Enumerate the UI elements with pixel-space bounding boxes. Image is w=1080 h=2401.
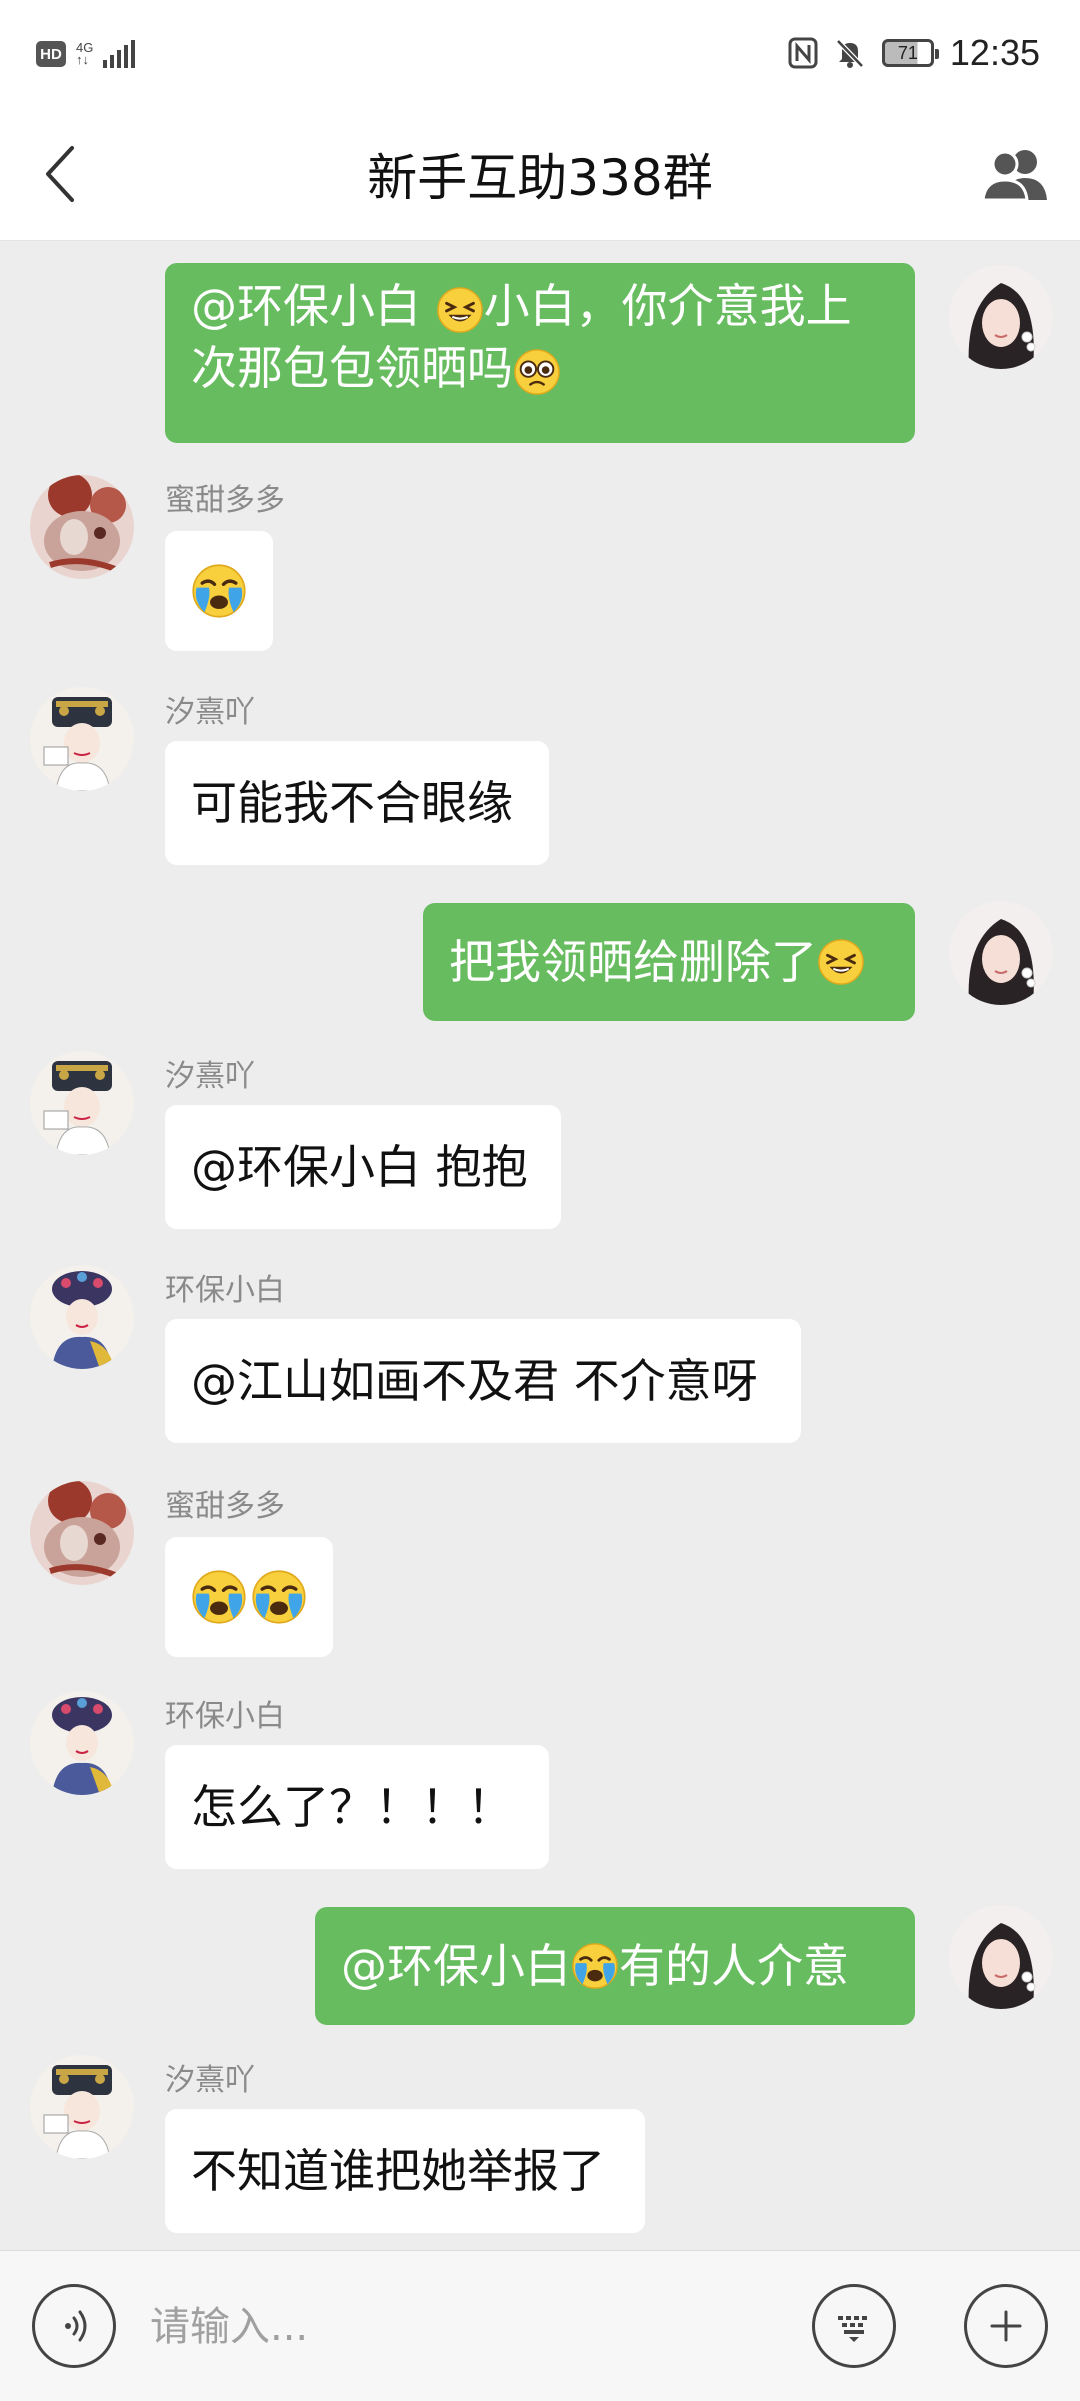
- crying-emoji-icon: [571, 1942, 619, 1990]
- message-text: @环保小白 抱抱: [191, 1140, 528, 1194]
- sender-name: 汐熹吖: [165, 695, 255, 730]
- message-row-incoming: 蜜甜多多: [0, 475, 1080, 657]
- signal-icon: [103, 40, 136, 68]
- crying-emoji-icon: [191, 1569, 247, 1625]
- hd-badge: HD: [36, 41, 66, 67]
- avatar-xixi[interactable]: [30, 2055, 134, 2159]
- chevron-left-icon: [46, 146, 74, 202]
- message-bubble[interactable]: @环保小白 抱抱: [165, 1105, 561, 1229]
- crying-emoji-icon: [191, 563, 247, 619]
- message-bubble[interactable]: @江山如画不及君 不介意呀: [165, 1319, 801, 1443]
- avatar-huanbao[interactable]: [30, 1691, 134, 1795]
- avatar-mitian[interactable]: [30, 1481, 134, 1585]
- chat-header: 新手互助338群: [0, 108, 1080, 241]
- sender-name: 蜜甜多多: [165, 1489, 285, 1524]
- nfc-icon: [788, 37, 818, 69]
- message-bubble[interactable]: [165, 531, 273, 651]
- message-text: @环保小白: [191, 279, 436, 333]
- crying-emoji-icon: [251, 1569, 307, 1625]
- message-text: @江山如画不及君 不介意呀: [191, 1354, 758, 1408]
- message-row-incoming: 汐熹吖 @环保小白 抱抱: [0, 1051, 1080, 1231]
- message-bubble[interactable]: @环保小白 小白，你介意我上 次那包包领晒吗: [165, 263, 915, 443]
- battery-indicator: 71: [881, 39, 939, 67]
- message-row-incoming: 环保小白 @江山如画不及君 不介意呀: [0, 1265, 1080, 1445]
- avatar-mitian[interactable]: [30, 475, 134, 579]
- message-row-outgoing: @环保小白 小白，你介意我上 次那包包领晒吗: [0, 263, 1080, 443]
- avatar-self[interactable]: [949, 901, 1053, 1005]
- group-members-icon: [981, 150, 1047, 202]
- voice-icon: [65, 2310, 87, 2342]
- message-bubble[interactable]: 把我领晒给删除了: [423, 903, 915, 1021]
- message-bubble[interactable]: @环保小白 有的人介意: [315, 1907, 915, 2025]
- message-row-incoming: 环保小白 怎么了？！！！: [0, 1691, 1080, 1871]
- avatar-huanbao[interactable]: [30, 1265, 134, 1369]
- message-text: 次那包包领晒吗: [191, 341, 513, 395]
- sender-name: 汐熹吖: [165, 1059, 255, 1094]
- message-row-incoming: 汐熹吖 可能我不合眼缘: [0, 687, 1080, 867]
- message-bubble[interactable]: 不知道谁把她举报了: [165, 2109, 645, 2233]
- status-bar: HD 4G ↑↓ 71 12:35: [0, 0, 1080, 108]
- squint-laugh-emoji-icon: [817, 938, 865, 986]
- page-title: 新手互助338群: [367, 149, 713, 207]
- message-line: @环保小白 小白，你介意我上: [191, 275, 852, 337]
- message-row-incoming: 蜜甜多多: [0, 1481, 1080, 1661]
- message-row-outgoing: @环保小白 有的人介意: [0, 1905, 1080, 2025]
- plus-button[interactable]: [964, 2284, 1048, 2368]
- sender-name: 环保小白: [165, 1273, 285, 1308]
- message-text: 有的人介意: [619, 1939, 849, 1993]
- message-row-outgoing: 把我领晒给删除了: [0, 901, 1080, 1021]
- keyboard-button[interactable]: [812, 2284, 896, 2368]
- squint-laugh-emoji-icon: [436, 286, 484, 334]
- message-text: @环保小白: [341, 1939, 571, 1993]
- message-row-incoming: 汐熹吖 不知道谁把她举报了: [0, 2055, 1080, 2235]
- message-line: 次那包包领晒吗: [191, 337, 561, 399]
- avatar-xixi[interactable]: [30, 687, 134, 791]
- sender-name: 蜜甜多多: [165, 483, 285, 518]
- network-arrows: ↑↓: [76, 52, 89, 67]
- message-bubble[interactable]: 可能我不合眼缘: [165, 741, 549, 865]
- message-text: 小白，你介意我上: [483, 279, 852, 333]
- message-text: 把我领晒给删除了: [449, 935, 817, 989]
- pleading-emoji-icon: [513, 348, 561, 396]
- status-left: HD 4G ↑↓: [36, 40, 137, 68]
- message-text: 不知道谁把她举报了: [191, 2144, 605, 2198]
- message-bubble[interactable]: 怎么了？！！！: [165, 1745, 549, 1869]
- avatar-self[interactable]: [949, 1905, 1053, 2009]
- keyboard-icon: [838, 2316, 867, 2342]
- avatar-xixi[interactable]: [30, 1051, 134, 1155]
- status-right: 71 12:35: [788, 32, 1040, 74]
- network-indicator: 4G ↑↓: [76, 41, 93, 67]
- clock: 12:35: [949, 32, 1040, 73]
- plus-icon: [990, 2310, 1022, 2342]
- group-members-button[interactable]: [974, 132, 1058, 216]
- voice-button[interactable]: [32, 2284, 116, 2368]
- input-bar: [0, 2250, 1080, 2401]
- chat-list[interactable]: @环保小白 小白，你介意我上 次那包包领晒吗 蜜甜多多 汐熹吖 可能我不合眼缘: [0, 241, 1080, 2250]
- sender-name: 汐熹吖: [165, 2063, 255, 2098]
- message-input[interactable]: [148, 2284, 792, 2370]
- message-text: 怎么了？！！！: [191, 1780, 513, 1834]
- avatar-self[interactable]: [949, 265, 1053, 369]
- message-bubble[interactable]: [165, 1537, 333, 1657]
- sender-name: 环保小白: [165, 1699, 285, 1734]
- back-button[interactable]: [18, 132, 102, 216]
- message-text: 可能我不合眼缘: [191, 776, 513, 830]
- mute-bell-icon: [836, 39, 864, 68]
